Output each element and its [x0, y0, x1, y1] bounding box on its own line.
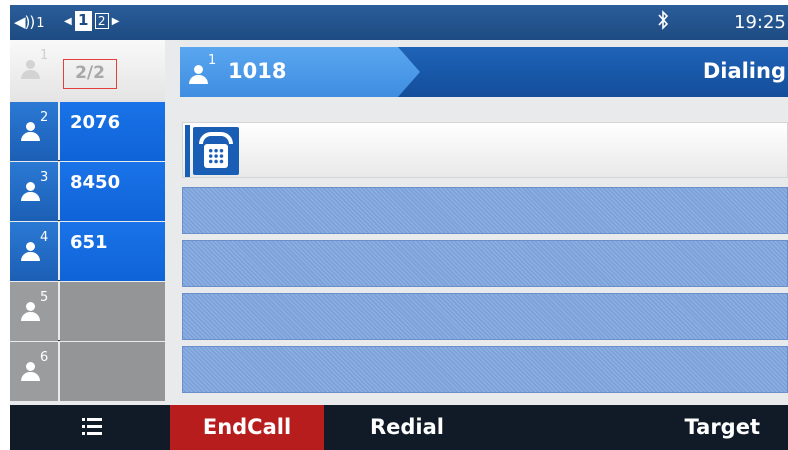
line-icon: 6	[10, 342, 58, 401]
line-item-4[interactable]: 4 651	[10, 222, 165, 281]
page-next-icon[interactable]: ▶	[112, 16, 120, 27]
page-counter: 2/2	[63, 59, 117, 89]
account-number: 1	[36, 16, 44, 31]
line-icon: 3	[10, 162, 58, 221]
menu-button[interactable]	[10, 405, 165, 450]
line-label: 651	[60, 222, 165, 281]
list-item[interactable]	[182, 293, 788, 340]
speaker-icon: ◀))	[14, 13, 35, 31]
page-1[interactable]: 1	[74, 11, 92, 31]
line-label	[60, 342, 165, 401]
line-item-2[interactable]: 2 2076	[10, 102, 165, 161]
target-button[interactable]: Target	[622, 405, 788, 450]
person-icon: 1	[188, 53, 222, 97]
status-bar: ◀)) 1 ◀ 1 2 ▶ 19:25	[10, 5, 788, 40]
list-item[interactable]	[182, 346, 788, 393]
call-status: Dialing	[702, 59, 786, 83]
person-icon: 6	[20, 350, 54, 394]
line-label	[60, 282, 165, 341]
end-call-button[interactable]: EndCall	[170, 405, 324, 450]
person-icon: 2	[20, 110, 54, 154]
line-icon: 5	[10, 282, 58, 341]
dial-input-field[interactable]	[182, 122, 788, 178]
redial-button[interactable]: Redial	[330, 405, 484, 450]
line-item-5[interactable]: 5	[10, 282, 165, 341]
person-icon: 4	[20, 230, 54, 274]
call-header: 1 1018 Dialing	[180, 47, 788, 97]
line-icon: 1	[10, 40, 58, 102]
person-icon: 3	[20, 170, 54, 214]
line-label: 2076	[60, 102, 165, 161]
line-item-6[interactable]: 6	[10, 342, 165, 401]
bluetooth-icon	[657, 10, 669, 35]
volume-indicator: ◀)) 1	[14, 13, 45, 31]
list-item[interactable]	[182, 187, 788, 234]
line-icon: 2	[10, 102, 58, 161]
softkey-bar: EndCall Redial Target	[10, 405, 788, 450]
line-label: 8450	[60, 162, 165, 221]
line-icon: 4	[10, 222, 58, 281]
phone-screen: ◀)) 1 ◀ 1 2 ▶ 19:25 1 2/2 2 2076 3 8450 …	[10, 5, 788, 450]
page-indicator: ◀ 1 2 ▶	[64, 11, 119, 31]
line-list: 1 2/2 2 2076 3 8450 4 651 5 6	[10, 40, 165, 405]
menu-icon	[82, 418, 102, 436]
phone-icon	[183, 125, 241, 177]
page-prev-icon[interactable]: ◀	[64, 16, 72, 27]
person-icon: 1	[20, 48, 54, 92]
line-item-3[interactable]: 3 8450	[10, 162, 165, 221]
page-2[interactable]: 2	[94, 13, 109, 29]
dialed-number: 1018	[228, 59, 287, 83]
clock: 19:25	[734, 12, 786, 33]
line-item-1[interactable]: 1 2/2	[10, 40, 165, 102]
list-item[interactable]	[182, 240, 788, 287]
person-icon: 5	[20, 290, 54, 334]
